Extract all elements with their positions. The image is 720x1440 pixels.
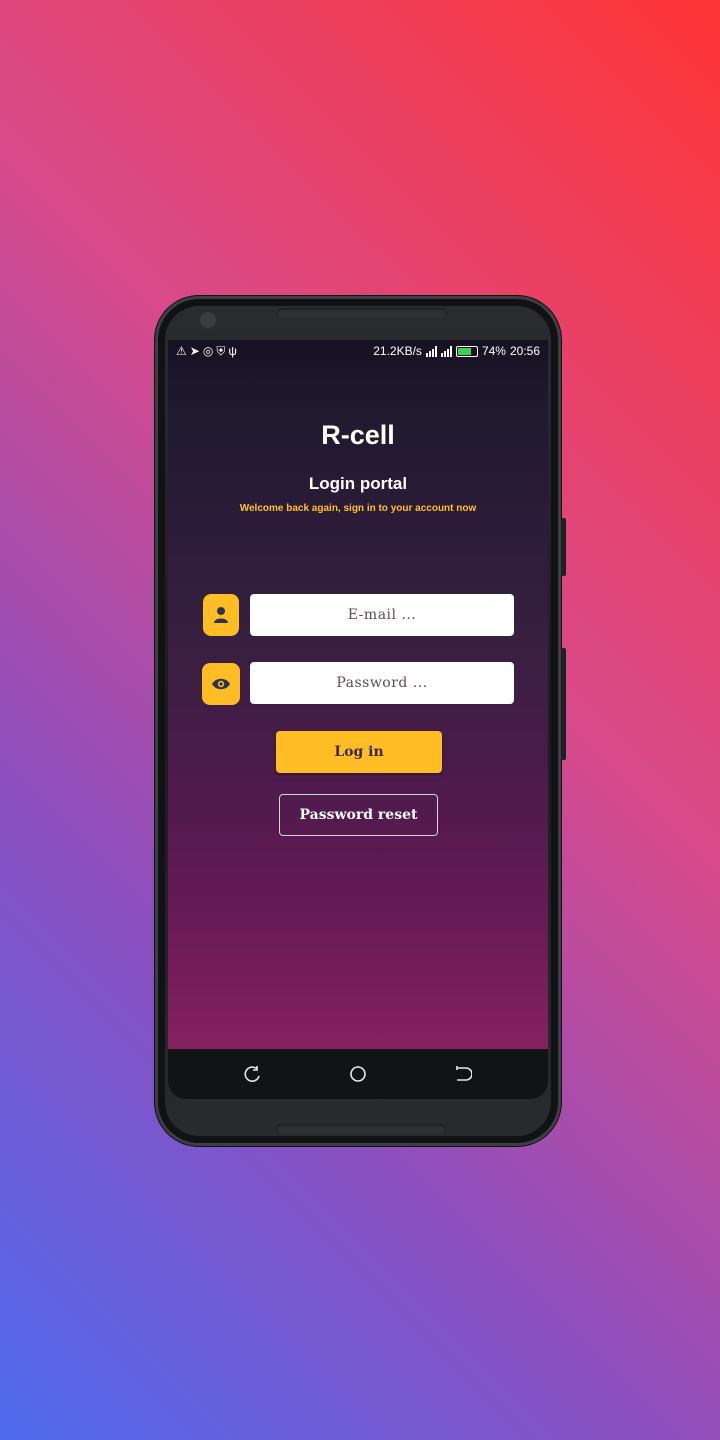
whatsapp-icon: ◎ xyxy=(202,344,214,358)
eye-icon-box[interactable] xyxy=(202,663,240,705)
network-speed: 21.2KB/s xyxy=(373,344,422,358)
usb-icon: ψ xyxy=(228,344,237,358)
login-button[interactable]: Log in xyxy=(276,731,442,773)
password-reset-button[interactable]: Password reset xyxy=(279,794,438,836)
telegram-icon: ➤ xyxy=(189,344,200,358)
eye-icon xyxy=(212,678,230,690)
battery-percent: 74% xyxy=(481,344,506,358)
status-right: 21.2KB/s 74% 20:56 xyxy=(373,344,540,358)
status-bar: ⚠ ➤ ◎ ⛨ ψ 21.2KB/s 74% 20:56 xyxy=(168,340,548,364)
clock: 20:56 xyxy=(509,344,540,358)
signal-icon xyxy=(425,345,437,357)
page-title: Login portal xyxy=(308,474,408,493)
app-screen: ⚠ ➤ ◎ ⛨ ψ 21.2KB/s 74% 20:56 R-cell Logi… xyxy=(168,340,548,1049)
volume-button xyxy=(561,518,566,576)
back-icon[interactable] xyxy=(454,1065,472,1083)
power-button xyxy=(561,648,566,760)
notification-icons: ⚠ ➤ ◎ ⛨ ψ xyxy=(176,344,237,358)
bottom-speaker xyxy=(276,1124,446,1134)
home-icon[interactable] xyxy=(349,1065,367,1083)
user-icon xyxy=(214,607,228,623)
user-icon-box xyxy=(203,594,239,636)
signal-icon-2 xyxy=(440,345,452,357)
battery-icon xyxy=(455,345,478,357)
shield-icon: ⛨ xyxy=(216,344,226,358)
email-input[interactable] xyxy=(250,594,514,636)
earpiece-speaker xyxy=(277,308,447,318)
password-input[interactable] xyxy=(250,662,514,704)
alert-triangle-icon: ⚠ xyxy=(176,344,187,358)
welcome-text: Welcome back again, sign in to your acco… xyxy=(239,503,477,514)
app-title: R-cell xyxy=(321,420,395,450)
front-camera xyxy=(198,310,218,330)
navigation-bar xyxy=(168,1049,548,1099)
recent-apps-icon[interactable] xyxy=(244,1065,262,1083)
